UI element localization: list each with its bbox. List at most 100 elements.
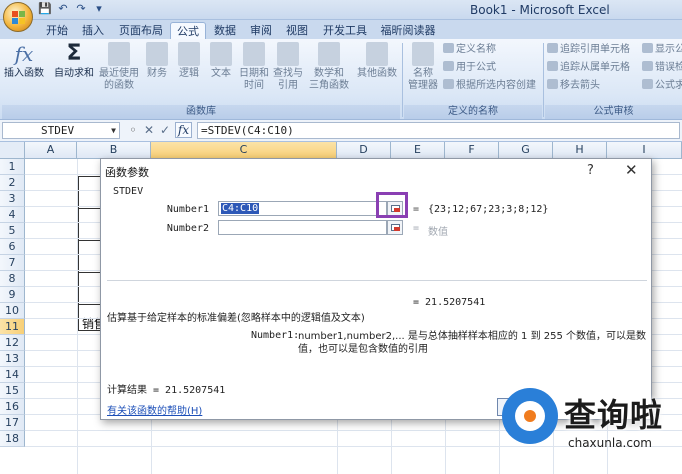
insert-function-button[interactable]: fx 插入函数 bbox=[2, 42, 46, 80]
number1-result: {23;12;67;23;3;8;12} bbox=[428, 204, 549, 215]
tab-page-layout[interactable]: 页面布局 bbox=[114, 22, 168, 39]
function-name: STDEV bbox=[113, 186, 144, 197]
row-header-1[interactable]: 1 bbox=[0, 159, 25, 175]
tab-home[interactable]: 开始 bbox=[40, 22, 74, 39]
row-header-7[interactable]: 7 bbox=[0, 255, 25, 271]
window-title: Book1 - Microsoft Excel bbox=[470, 3, 610, 17]
equals-sign: = bbox=[413, 223, 420, 234]
select-all-corner[interactable] bbox=[0, 142, 25, 159]
save-icon[interactable]: 💾 bbox=[38, 2, 52, 16]
insert-function-fx-button[interactable]: fx bbox=[175, 122, 192, 138]
logical-button[interactable]: 逻辑 bbox=[174, 42, 204, 80]
office-button[interactable] bbox=[3, 2, 33, 32]
row-header-9[interactable]: 9 bbox=[0, 287, 25, 303]
row-header-4[interactable]: 4 bbox=[0, 207, 25, 223]
argument-help-label: Number1: bbox=[251, 330, 300, 341]
tab-insert[interactable]: 插入 bbox=[76, 22, 110, 39]
row-header-10[interactable]: 10 bbox=[0, 303, 25, 319]
column-header-h[interactable]: H bbox=[553, 142, 607, 159]
row-header-17[interactable]: 17 bbox=[0, 415, 25, 431]
trace-dependents-button[interactable]: 追踪从属单元格 bbox=[547, 61, 630, 74]
tab-data[interactable]: 数据 bbox=[208, 22, 242, 39]
function-result: = 21.5207541 bbox=[413, 297, 486, 308]
group-separator bbox=[543, 43, 544, 117]
show-formulas-icon bbox=[642, 43, 653, 53]
chevron-down-icon[interactable]: ▼ bbox=[111, 123, 116, 138]
remove-arrows-button[interactable]: 移去箭头 bbox=[547, 79, 600, 92]
redo-icon[interactable]: ↷ bbox=[74, 2, 88, 16]
evaluate-formula-button[interactable]: 公式求 bbox=[642, 79, 682, 92]
column-header-a[interactable]: A bbox=[25, 142, 77, 159]
math-trig-button[interactable]: 数学和 三角函数 bbox=[306, 42, 352, 92]
name-box[interactable]: STDEV ▼ bbox=[2, 122, 120, 139]
office-logo-icon bbox=[12, 11, 25, 24]
column-header-c[interactable]: C bbox=[151, 142, 337, 159]
name-manager-button[interactable]: 名称 管理器 bbox=[404, 42, 442, 92]
expand-icon[interactable]: ◦ bbox=[125, 122, 141, 138]
name-tag-icon bbox=[412, 42, 434, 66]
row-header-5[interactable]: 5 bbox=[0, 223, 25, 239]
row-header-2[interactable]: 2 bbox=[0, 175, 25, 191]
ribbon-tabs: 开始 插入 页面布局 公式 数据 审阅 视图 开发工具 福昕阅读器 bbox=[0, 20, 682, 39]
more-functions-button[interactable]: 其他函数 bbox=[354, 42, 400, 80]
datetime-button[interactable]: 日期和 时间 bbox=[236, 42, 272, 92]
column-header-g[interactable]: G bbox=[499, 142, 553, 159]
equals-sign: = bbox=[413, 204, 420, 215]
sigma-icon: Σ bbox=[66, 41, 82, 66]
formula-bar: STDEV ▼ ◦ ✕ ✓ fx =STDEV(C4:C10) bbox=[0, 120, 682, 142]
define-name-button[interactable]: 定义名称 bbox=[443, 43, 496, 56]
create-names-icon bbox=[443, 79, 454, 89]
title-bar: 💾 ↶ ↷ ▾ Book1 - Microsoft Excel bbox=[0, 0, 682, 20]
tab-view[interactable]: 视图 bbox=[280, 22, 314, 39]
collapse-dialog-button-2[interactable] bbox=[387, 220, 403, 235]
use-in-formula-button[interactable]: 用于公式 bbox=[443, 61, 496, 74]
column-header-i[interactable]: I bbox=[607, 142, 682, 159]
formula-input[interactable]: =STDEV(C4:C10) bbox=[197, 122, 680, 139]
row-header-15[interactable]: 15 bbox=[0, 383, 25, 399]
tab-foxit-reader[interactable]: 福昕阅读器 bbox=[376, 22, 440, 39]
error-checking-button[interactable]: 错误检 bbox=[642, 61, 682, 74]
undo-icon[interactable]: ↶ bbox=[56, 2, 70, 16]
tab-developer[interactable]: 开发工具 bbox=[318, 22, 372, 39]
row-header-16[interactable]: 16 bbox=[0, 399, 25, 415]
row-header-3[interactable]: 3 bbox=[0, 191, 25, 207]
lookup-reference-button[interactable]: 查找与 引用 bbox=[270, 42, 306, 92]
autosum-button[interactable]: Σ 自动求和 bbox=[50, 42, 98, 80]
text-button[interactable]: 文本 bbox=[206, 42, 236, 80]
column-header-e[interactable]: E bbox=[391, 142, 445, 159]
fx-small-icon bbox=[443, 61, 454, 71]
column-header-f[interactable]: F bbox=[445, 142, 499, 159]
help-icon[interactable]: ? bbox=[587, 163, 594, 178]
row-header-18[interactable]: 18 bbox=[0, 431, 25, 447]
number2-input[interactable] bbox=[218, 220, 387, 235]
recent-functions-button[interactable]: 最近使用 的函数 bbox=[96, 42, 142, 92]
table-border bbox=[78, 208, 102, 209]
row-header-6[interactable]: 6 bbox=[0, 239, 25, 255]
tab-review[interactable]: 审阅 bbox=[244, 22, 278, 39]
row-header-11[interactable]: 11 bbox=[0, 319, 25, 335]
table-border bbox=[78, 240, 102, 241]
show-formulas-button[interactable]: 显示公 bbox=[642, 43, 682, 56]
number1-input[interactable]: C4:C10 bbox=[218, 201, 387, 216]
number1-label: Number1 bbox=[166, 204, 209, 215]
row-header-13[interactable]: 13 bbox=[0, 351, 25, 367]
cancel-icon[interactable]: ✕ bbox=[141, 122, 157, 138]
customize-icon[interactable]: ▾ bbox=[92, 2, 106, 16]
tab-formulas[interactable]: 公式 bbox=[170, 22, 206, 39]
column-header-d[interactable]: D bbox=[337, 142, 391, 159]
row-header-14[interactable]: 14 bbox=[0, 367, 25, 383]
number2-label: Number2 bbox=[166, 223, 209, 234]
watermark-dot bbox=[524, 410, 536, 422]
highlight-box bbox=[376, 192, 408, 218]
row-header-12[interactable]: 12 bbox=[0, 335, 25, 351]
enter-icon[interactable]: ✓ bbox=[157, 122, 173, 138]
quick-access-toolbar: 💾 ↶ ↷ ▾ bbox=[38, 2, 106, 16]
financial-button[interactable]: 财务 bbox=[142, 42, 172, 80]
watermark: 查询啦 chaxunla.com bbox=[502, 382, 678, 462]
column-header-b[interactable]: B bbox=[77, 142, 151, 159]
row-header-8[interactable]: 8 bbox=[0, 271, 25, 287]
trace-precedents-button[interactable]: 追踪引用单元格 bbox=[547, 43, 630, 56]
create-from-selection-button[interactable]: 根据所选内容创建 bbox=[443, 79, 536, 92]
function-help-link[interactable]: 有关该函数的帮助(H) bbox=[107, 402, 202, 417]
close-icon[interactable]: ✕ bbox=[625, 161, 638, 179]
